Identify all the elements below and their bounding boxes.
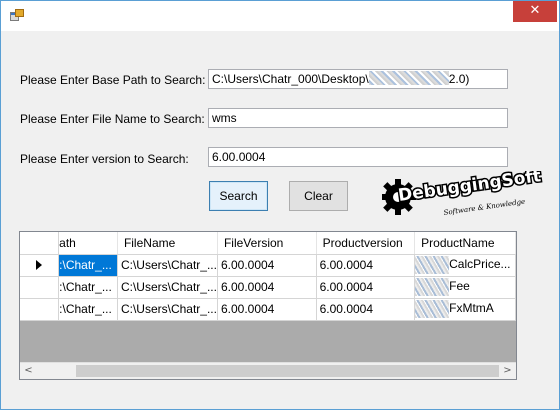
- cell-filename[interactable]: C:\Users\Chatr_...: [117, 254, 218, 277]
- app-icon: [10, 9, 24, 21]
- header-row: ath FileName FileVersion Productversion …: [20, 232, 516, 255]
- table-row[interactable]: :\Chatr_... C:\Users\Chatr_... 6.00.0004…: [20, 298, 516, 321]
- cell-productversion[interactable]: 6.00.0004: [316, 276, 416, 299]
- cell-filename[interactable]: C:\Users\Chatr_...: [117, 276, 218, 299]
- close-button[interactable]: ✕: [513, 1, 557, 22]
- scrollbar-thumb[interactable]: [76, 365, 499, 377]
- cell-productversion[interactable]: 6.00.0004: [316, 254, 416, 277]
- table-row[interactable]: :\Chatr_... C:\Users\Chatr_... 6.00.0004…: [20, 276, 516, 299]
- file-name-label: Please Enter File Name to Search:: [20, 112, 205, 126]
- column-header-path[interactable]: ath: [58, 232, 118, 255]
- main-window: ✕ Please Enter Base Path to Search: C:\U…: [0, 0, 560, 410]
- horizontal-scrollbar[interactable]: < >: [20, 362, 516, 379]
- column-header-fileversion[interactable]: FileVersion: [217, 232, 317, 255]
- clear-button[interactable]: Clear: [289, 181, 348, 211]
- table-row[interactable]: :\Chatr_... C:\Users\Chatr_... 6.00.0004…: [20, 254, 516, 277]
- redacted-product-prefix: [415, 256, 450, 274]
- results-table: ath FileName FileVersion Productversion …: [20, 232, 516, 321]
- productname-text: CalcPrice...: [449, 257, 511, 272]
- cell-path[interactable]: :\Chatr_...: [58, 254, 118, 277]
- cell-productname[interactable]: CalcPrice...: [414, 254, 516, 277]
- base-path-label: Please Enter Base Path to Search:: [20, 73, 206, 87]
- debuggingsoft-logo: DebuggingSoft Software & Knowledge: [382, 171, 544, 217]
- results-grid[interactable]: ath FileName FileVersion Productversion …: [19, 231, 517, 380]
- cell-productname[interactable]: Fee: [414, 276, 516, 299]
- row-header[interactable]: [20, 298, 60, 321]
- base-path-input[interactable]: C:\Users\Chatr_000\Desktop\ 2.0): [208, 69, 508, 89]
- row-header[interactable]: [20, 276, 60, 299]
- cell-fileversion[interactable]: 6.00.0004: [217, 254, 317, 277]
- column-header-filename[interactable]: FileName: [117, 232, 218, 255]
- logo-tagline: Software & Knowledge: [443, 198, 526, 217]
- cell-filename[interactable]: C:\Users\Chatr_...: [117, 298, 218, 321]
- column-header-productname[interactable]: ProductName: [414, 232, 516, 255]
- cell-path[interactable]: :\Chatr_...: [58, 276, 118, 299]
- productname-text: Fee: [449, 279, 470, 294]
- cell-productversion[interactable]: 6.00.0004: [316, 298, 416, 321]
- productname-text: FxMtmA: [449, 301, 494, 316]
- scroll-right-button[interactable]: >: [499, 363, 516, 379]
- scroll-left-button[interactable]: <: [20, 363, 37, 379]
- cell-path[interactable]: :\Chatr_...: [58, 298, 118, 321]
- file-name-input[interactable]: wms: [208, 108, 508, 128]
- current-row-arrow-icon: [36, 260, 43, 270]
- redacted-product-prefix: [415, 278, 450, 296]
- column-header-productversion[interactable]: Productversion: [316, 232, 416, 255]
- version-input[interactable]: 6.00.0004: [208, 147, 508, 167]
- search-button[interactable]: Search: [209, 181, 268, 211]
- cell-fileversion[interactable]: 6.00.0004: [217, 298, 317, 321]
- cell-fileversion[interactable]: 6.00.0004: [217, 276, 317, 299]
- base-path-value-start: C:\Users\Chatr_000\Desktop\: [212, 72, 369, 86]
- row-header[interactable]: [20, 254, 60, 277]
- corner-header: [20, 232, 60, 255]
- redacted-path-segment: [368, 71, 449, 85]
- redacted-product-prefix: [415, 300, 450, 318]
- base-path-value-end: 2.0): [448, 72, 470, 86]
- cell-productname[interactable]: FxMtmA: [414, 298, 516, 321]
- title-bar[interactable]: ✕: [1, 1, 559, 31]
- form-client-area: Please Enter Base Path to Search: C:\Use…: [9, 31, 551, 403]
- version-label: Please Enter version to Search:: [20, 152, 189, 166]
